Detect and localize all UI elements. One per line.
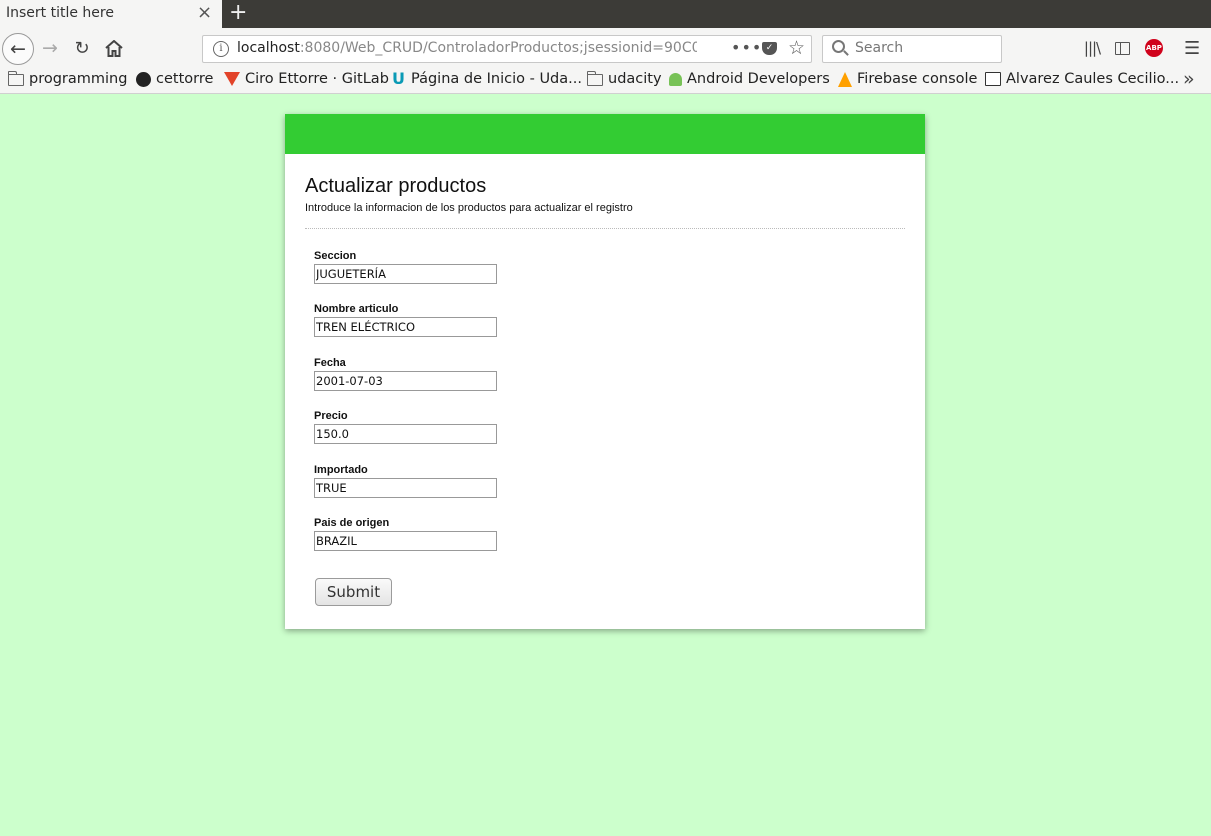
github-icon (136, 71, 151, 87)
field-label: Importado (314, 464, 368, 476)
forward-arrow-icon[interactable]: → (38, 35, 62, 61)
field-pais-de-origen: Pais de origen (314, 515, 497, 551)
udemy-icon: U (392, 69, 405, 88)
bookmark-star-icon[interactable]: ☆ (788, 37, 805, 59)
home-icon[interactable] (102, 35, 126, 61)
bookmark-firebase-console[interactable]: Firebase console (838, 71, 977, 87)
field-label: Fecha (314, 357, 346, 369)
field-label: Seccion (314, 250, 357, 262)
library-icon[interactable]: |||\ (1082, 38, 1102, 58)
book-icon (985, 72, 1001, 86)
new-tab-icon[interactable]: + (229, 1, 247, 25)
search-input[interactable]: Search (822, 35, 1002, 63)
field-label: Pais de origen (314, 517, 390, 529)
seccion-input[interactable] (314, 264, 497, 284)
close-tab-icon[interactable]: × (197, 3, 212, 23)
form-card: Actualizar productos Introduce la inform… (285, 114, 925, 629)
field-fecha: Fecha (314, 355, 497, 391)
tab-title: Insert title here (6, 5, 114, 21)
reload-icon[interactable]: ↻ (70, 35, 94, 61)
pais-de-origen-input[interactable] (314, 531, 497, 551)
navigation-toolbar: ← → ↻ i localhost:8080/Web_CRUD/Controla… (0, 28, 1211, 68)
search-icon (832, 40, 845, 53)
field-label: Precio (314, 410, 348, 422)
field-precio: Precio (314, 408, 497, 444)
sidebar-icon[interactable] (1114, 38, 1130, 58)
browser-tab[interactable]: Insert title here × (0, 0, 222, 28)
hamburger-menu-icon[interactable]: ☰ (1184, 38, 1200, 59)
bookmarks-toolbar: programming cettorre Ciro Ettorre · GitL… (0, 68, 1211, 94)
form-header-bar (285, 114, 925, 154)
tab-strip: Insert title here × + (0, 0, 1211, 28)
bookmark-programming[interactable]: programming (7, 71, 127, 87)
url-text[interactable]: localhost:8080/Web_CRUD/ControladorProdu… (237, 40, 697, 56)
bookmark-udemy[interactable]: U Página de Inicio - Uda... (392, 69, 582, 88)
nombre-articulo-input[interactable] (314, 317, 497, 337)
folder-icon (586, 71, 603, 86)
form-title: Actualizar productos (305, 175, 487, 197)
form-description: Introduce la informacion de los producto… (305, 202, 633, 214)
bookmark-android-developers[interactable]: Android Developers (669, 71, 830, 87)
fecha-input[interactable] (314, 371, 497, 391)
firebase-icon (838, 71, 852, 87)
importado-input[interactable] (314, 478, 497, 498)
site-info-icon[interactable]: i (213, 41, 229, 57)
folder-icon (7, 71, 24, 86)
field-label: Nombre articulo (314, 303, 399, 315)
precio-input[interactable] (314, 424, 497, 444)
submit-button[interactable]: Submit (315, 578, 392, 606)
android-icon (669, 72, 682, 86)
field-seccion: Seccion (314, 248, 497, 284)
divider (305, 228, 905, 229)
gitlab-icon (224, 72, 240, 86)
bookmark-udacity[interactable]: udacity (586, 71, 662, 87)
bookmark-gitlab[interactable]: Ciro Ettorre · GitLab (224, 71, 389, 87)
search-placeholder: Search (855, 40, 904, 56)
pocket-icon[interactable]: ✓ (762, 42, 777, 55)
bookmark-cettorre[interactable]: cettorre (136, 71, 213, 87)
adblock-icon[interactable]: ABP (1145, 39, 1163, 57)
bookmark-alvarez-caules[interactable]: Alvarez Caules Cecilio... (985, 71, 1179, 87)
back-arrow-icon[interactable]: ← (2, 33, 34, 65)
field-nombre-articulo: Nombre articulo (314, 301, 497, 337)
page-actions-icon[interactable]: ••• (731, 38, 762, 57)
url-bar[interactable]: i localhost:8080/Web_CRUD/ControladorPro… (202, 35, 812, 63)
chevron-right-icon[interactable]: » (1183, 68, 1195, 90)
field-importado: Importado (314, 462, 497, 498)
